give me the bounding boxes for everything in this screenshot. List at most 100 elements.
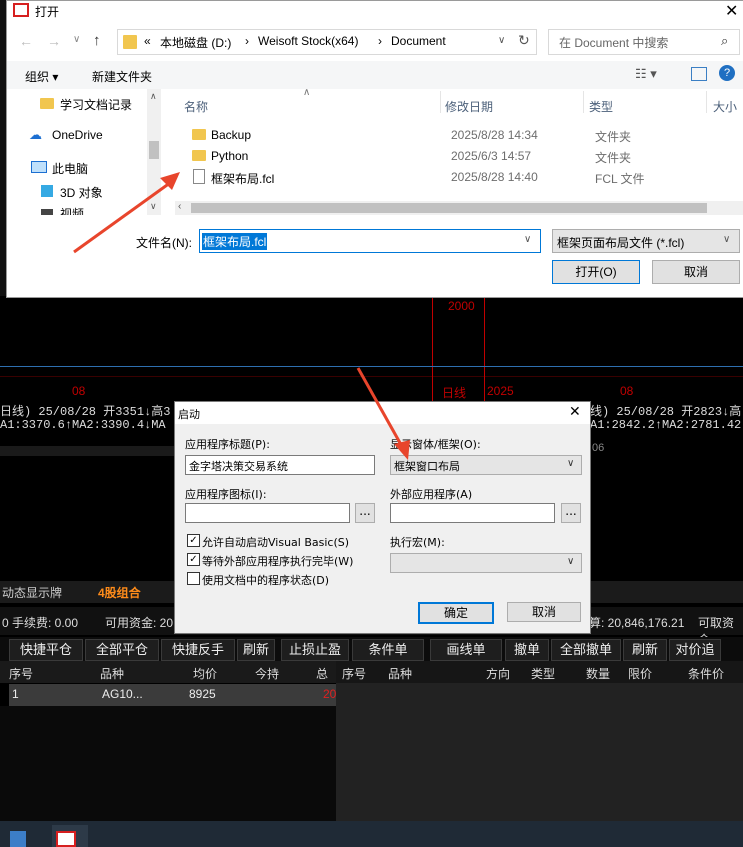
quick-reverse-button[interactable]: 快捷反手 (161, 639, 235, 661)
app-taskbar-icon[interactable] (52, 825, 88, 847)
cancel-all-button[interactable]: 全部撤单 (551, 639, 621, 661)
wait-external-checkbox[interactable]: ✓ (187, 553, 200, 566)
forward-arrow-icon[interactable]: → (47, 33, 61, 49)
chevron-down-icon[interactable]: ∨ (73, 34, 80, 45)
up-arrow-icon[interactable]: ↑ (93, 32, 101, 49)
grid-line (0, 376, 743, 377)
refresh-button[interactable]: 刷新 (237, 639, 275, 661)
scroll-thumb[interactable] (149, 141, 159, 159)
search-placeholder: 在 Document 中搜索 (559, 36, 669, 50)
chevron-down-icon[interactable]: ∨ (723, 234, 730, 245)
folder-icon (192, 129, 206, 140)
address-bar[interactable]: « 本地磁盘 (D:) › Weisoft Stock(x64) › Docum… (117, 29, 537, 55)
back-arrow-icon[interactable]: ← (19, 33, 33, 49)
tree-item-onedrive[interactable]: OneDrive (52, 128, 103, 142)
app-title-input[interactable]: 金字塔决策交易系统 (185, 455, 375, 475)
chevron-down-icon[interactable]: ∨ (524, 234, 531, 245)
file-row-python[interactable]: Python 2025/6/3 14:57 文件夹 (175, 146, 743, 166)
breadcrumb-document[interactable]: Document (391, 34, 446, 48)
external-browse-button[interactable]: ... (561, 503, 581, 523)
price-line (0, 366, 743, 367)
close-icon[interactable]: ✕ (569, 404, 581, 420)
breadcrumb-sep: › (378, 34, 382, 48)
tab-dynamic-board[interactable]: 动态显示牌 (2, 584, 62, 601)
tree-scrollbar[interactable]: ∧ ∨ (147, 89, 161, 215)
sort-up-icon: ∧ (303, 87, 311, 98)
icon-browse-button[interactable]: ... (355, 503, 375, 523)
calculator-icon[interactable] (10, 831, 26, 847)
search-input[interactable]: 在 Document 中搜索 ⌕ (548, 29, 740, 55)
file-date: 2025/8/28 14:34 (451, 128, 538, 142)
filename-label: 文件名(N): (136, 236, 192, 250)
chevron-left-icon[interactable]: ‹ (178, 201, 181, 212)
conditional-order-button[interactable]: 条件单 (352, 639, 424, 661)
ok-button[interactable]: 确定 (418, 602, 494, 624)
row-index: 1 (12, 687, 19, 701)
file-date: 2025/8/28 14:40 (451, 170, 538, 184)
refresh-right-button[interactable]: 刷新 (623, 639, 667, 661)
col-size-header[interactable]: 大小 (713, 98, 737, 115)
auto-vb-label: 允许自动启动Visual Basic(S) (202, 536, 350, 549)
horizontal-scrollbar[interactable]: ‹ (175, 201, 743, 215)
search-icon[interactable]: ⌕ (721, 33, 728, 49)
refresh-icon[interactable]: ↻ (518, 32, 530, 49)
col-name-header[interactable]: 名称 (184, 98, 208, 115)
filename-input[interactable]: 框架布局.fcl ∨ (199, 229, 541, 253)
chase-price-button[interactable]: 对价追 (669, 639, 721, 661)
cube-icon (41, 185, 53, 197)
scroll-thumb[interactable] (191, 203, 707, 213)
positions-table-body (0, 706, 336, 821)
chevron-up-icon[interactable]: ∧ (150, 91, 157, 102)
view-options-icon[interactable]: ☷ ▾ (635, 66, 657, 82)
preview-pane-icon[interactable] (691, 67, 707, 81)
line-order-button[interactable]: 画线单 (430, 639, 502, 661)
chart-right-ma: A1:2842.2↑MA2:2781.42 (590, 418, 742, 432)
dialog-toolbar: 组织 ▾ 新建文件夹 ☷ ▾ ? (7, 61, 743, 89)
chevron-down-icon[interactable]: ∨ (150, 201, 157, 212)
close-icon[interactable]: ✕ (725, 1, 738, 21)
stop-loss-button[interactable]: 止损止盈 (281, 639, 349, 661)
doc-state-label: 使用文档中的程序状态(D) (202, 574, 330, 587)
col-type-header[interactable]: 类型 (589, 98, 613, 115)
breadcrumb-weisoft[interactable]: Weisoft Stock(x64) (258, 34, 358, 48)
cancel-button[interactable]: 取消 (652, 260, 740, 284)
quick-close-button[interactable]: 快捷平仓 (9, 639, 83, 661)
chevron-down-icon[interactable]: ∨ (567, 458, 574, 469)
tree-item-this-pc[interactable]: 此电脑 (52, 160, 88, 177)
auto-vb-checkbox[interactable]: ✓ (187, 534, 200, 547)
cancel-order-button[interactable]: 撤单 (505, 639, 549, 661)
doc-state-checkbox[interactable] (187, 572, 200, 585)
tree-item-3d-objects[interactable]: 3D 对象 (60, 184, 103, 201)
file-row-backup[interactable]: Backup 2025/8/28 14:34 文件夹 (175, 125, 743, 145)
orders-table-body (336, 683, 743, 821)
tree-item-study-notes[interactable]: 学习文档记录 (60, 96, 132, 113)
axis-label-daily: 日线 (442, 386, 467, 400)
axis-label-2000: 2000 (448, 299, 475, 313)
icon-input[interactable] (185, 503, 350, 523)
external-app-input[interactable] (390, 503, 555, 523)
new-folder-button[interactable]: 新建文件夹 (92, 68, 152, 85)
file-name: Python (211, 149, 249, 163)
macro-select[interactable]: ∨ (390, 553, 582, 573)
display-select[interactable]: 框架窗口布局 ∨ (390, 455, 582, 475)
external-app-label: 外部应用程序(A) (390, 488, 473, 501)
file-type: 文件夹 (595, 130, 632, 144)
axis-label-2025: 2025 (487, 384, 514, 398)
tab-portfolio[interactable]: 4股组合 (98, 584, 141, 601)
file-row-fcl[interactable]: 框架布局.fcl 2025/8/28 14:40 FCL 文件 (175, 167, 743, 187)
column-divider (440, 91, 441, 113)
close-all-button[interactable]: 全部平仓 (85, 639, 159, 661)
col-date-header[interactable]: 修改日期 (445, 98, 493, 115)
filetype-select[interactable]: 框架页面布局文件 (*.fcl) ∨ (552, 229, 740, 253)
chevron-down-icon[interactable]: ∨ (567, 556, 574, 567)
table-row[interactable]: 1 AG10... 8925 20 (9, 684, 336, 706)
organize-button[interactable]: 组织 ▾ (25, 68, 58, 85)
startup-dialog: 启动 ✕ 应用程序标题(P): 金字塔决策交易系统 显示窗体/框架(O): 框架… (174, 401, 591, 634)
cancel-button[interactable]: 取消 (507, 602, 581, 622)
breadcrumb-drive[interactable]: 本地磁盘 (D:) (160, 34, 231, 51)
chevron-down-icon[interactable]: ∨ (498, 35, 505, 46)
breadcrumb-more[interactable]: « (144, 34, 151, 48)
tree-item-videos[interactable]: 视频 (60, 205, 84, 215)
help-icon[interactable]: ? (719, 65, 735, 81)
open-button[interactable]: 打开(O) (552, 260, 640, 284)
